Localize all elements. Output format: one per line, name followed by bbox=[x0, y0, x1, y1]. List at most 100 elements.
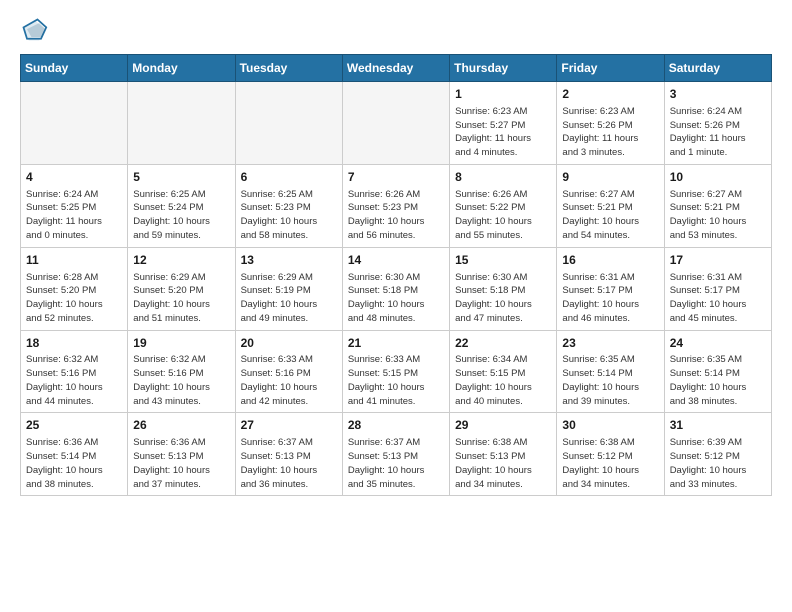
calendar-cell: 2 Sunrise: 6:23 AM Sunset: 5:26 PM Daylig… bbox=[557, 82, 664, 165]
calendar-cell: 20Sunrise: 6:33 AM Sunset: 5:16 PM Dayli… bbox=[235, 330, 342, 413]
calendar-cell: 4Sunrise: 6:24 AM Sunset: 5:25 PM Daylig… bbox=[21, 164, 128, 247]
day-info: Sunrise: 6:23 AM Sunset: 5:27 PM Dayligh… bbox=[455, 105, 551, 160]
weekday-header-saturday: Saturday bbox=[664, 55, 771, 82]
day-info: Sunrise: 6:27 AM Sunset: 5:21 PM Dayligh… bbox=[562, 188, 658, 243]
calendar-cell: 7 Sunrise: 6:26 AM Sunset: 5:23 PM Daylig… bbox=[342, 164, 449, 247]
day-number: 9 bbox=[562, 169, 658, 186]
day-number: 15 bbox=[455, 252, 551, 269]
day-number: 16 bbox=[562, 252, 658, 269]
calendar-week-row: 11Sunrise: 6:28 AM Sunset: 5:20 PM Dayli… bbox=[21, 247, 772, 330]
calendar-cell: 17 Sunrise: 6:31 AM Sunset: 5:17 PM Dayli… bbox=[664, 247, 771, 330]
day-info: Sunrise: 6:36 AM Sunset: 5:13 PM Dayligh… bbox=[133, 436, 229, 491]
day-number: 19 bbox=[133, 335, 229, 352]
day-number: 17 bbox=[670, 252, 766, 269]
day-info: Sunrise: 6:32 AM Sunset: 5:16 PM Dayligh… bbox=[133, 353, 229, 408]
day-info: Sunrise: 6:30 AM Sunset: 5:18 PM Dayligh… bbox=[348, 271, 444, 326]
day-info: Sunrise: 6:24 AM Sunset: 5:26 PM Dayligh… bbox=[670, 105, 766, 160]
calendar-cell: 9 Sunrise: 6:27 AM Sunset: 5:21 PM Daylig… bbox=[557, 164, 664, 247]
day-number: 10 bbox=[670, 169, 766, 186]
calendar-cell bbox=[21, 82, 128, 165]
weekday-header-sunday: Sunday bbox=[21, 55, 128, 82]
day-number: 2 bbox=[562, 86, 658, 103]
day-info: Sunrise: 6:32 AM Sunset: 5:16 PM Dayligh… bbox=[26, 353, 122, 408]
day-info: Sunrise: 6:24 AM Sunset: 5:25 PM Dayligh… bbox=[26, 188, 122, 243]
calendar-cell: 28 Sunrise: 6:37 AM Sunset: 5:13 PM Dayli… bbox=[342, 413, 449, 496]
day-number: 24 bbox=[670, 335, 766, 352]
day-number: 12 bbox=[133, 252, 229, 269]
day-info: Sunrise: 6:34 AM Sunset: 5:15 PM Dayligh… bbox=[455, 353, 551, 408]
calendar-cell: 14 Sunrise: 6:30 AM Sunset: 5:18 PM Dayli… bbox=[342, 247, 449, 330]
day-info: Sunrise: 6:28 AM Sunset: 5:20 PM Dayligh… bbox=[26, 271, 122, 326]
weekday-header-thursday: Thursday bbox=[450, 55, 557, 82]
calendar-cell: 30 Sunrise: 6:38 AM Sunset: 5:12 PM Dayli… bbox=[557, 413, 664, 496]
day-number: 26 bbox=[133, 417, 229, 434]
day-info: Sunrise: 6:23 AM Sunset: 5:26 PM Dayligh… bbox=[562, 105, 658, 160]
calendar-cell: 24Sunrise: 6:35 AM Sunset: 5:14 PM Dayli… bbox=[664, 330, 771, 413]
calendar-cell: 26 Sunrise: 6:36 AM Sunset: 5:13 PM Dayli… bbox=[128, 413, 235, 496]
calendar-cell: 27 Sunrise: 6:37 AM Sunset: 5:13 PM Dayli… bbox=[235, 413, 342, 496]
calendar-cell: 1 Sunrise: 6:23 AM Sunset: 5:27 PM Daylig… bbox=[450, 82, 557, 165]
calendar-week-row: 18Sunrise: 6:32 AM Sunset: 5:16 PM Dayli… bbox=[21, 330, 772, 413]
day-info: Sunrise: 6:35 AM Sunset: 5:14 PM Dayligh… bbox=[562, 353, 658, 408]
calendar-week-row: 4Sunrise: 6:24 AM Sunset: 5:25 PM Daylig… bbox=[21, 164, 772, 247]
day-info: Sunrise: 6:33 AM Sunset: 5:16 PM Dayligh… bbox=[241, 353, 337, 408]
calendar-cell: 18Sunrise: 6:32 AM Sunset: 5:16 PM Dayli… bbox=[21, 330, 128, 413]
day-info: Sunrise: 6:38 AM Sunset: 5:12 PM Dayligh… bbox=[562, 436, 658, 491]
day-number: 30 bbox=[562, 417, 658, 434]
day-number: 5 bbox=[133, 169, 229, 186]
calendar-cell bbox=[342, 82, 449, 165]
day-number: 6 bbox=[241, 169, 337, 186]
day-info: Sunrise: 6:38 AM Sunset: 5:13 PM Dayligh… bbox=[455, 436, 551, 491]
day-number: 8 bbox=[455, 169, 551, 186]
day-info: Sunrise: 6:29 AM Sunset: 5:20 PM Dayligh… bbox=[133, 271, 229, 326]
day-number: 29 bbox=[455, 417, 551, 434]
day-number: 22 bbox=[455, 335, 551, 352]
weekday-header-monday: Monday bbox=[128, 55, 235, 82]
day-info: Sunrise: 6:25 AM Sunset: 5:24 PM Dayligh… bbox=[133, 188, 229, 243]
calendar-cell: 19Sunrise: 6:32 AM Sunset: 5:16 PM Dayli… bbox=[128, 330, 235, 413]
day-info: Sunrise: 6:31 AM Sunset: 5:17 PM Dayligh… bbox=[562, 271, 658, 326]
calendar-cell bbox=[128, 82, 235, 165]
day-number: 14 bbox=[348, 252, 444, 269]
day-info: Sunrise: 6:26 AM Sunset: 5:23 PM Dayligh… bbox=[348, 188, 444, 243]
weekday-header-friday: Friday bbox=[557, 55, 664, 82]
day-info: Sunrise: 6:37 AM Sunset: 5:13 PM Dayligh… bbox=[241, 436, 337, 491]
calendar-cell: 15Sunrise: 6:30 AM Sunset: 5:18 PM Dayli… bbox=[450, 247, 557, 330]
weekday-header-wednesday: Wednesday bbox=[342, 55, 449, 82]
day-info: Sunrise: 6:25 AM Sunset: 5:23 PM Dayligh… bbox=[241, 188, 337, 243]
calendar-cell: 11Sunrise: 6:28 AM Sunset: 5:20 PM Dayli… bbox=[21, 247, 128, 330]
calendar-cell: 8Sunrise: 6:26 AM Sunset: 5:22 PM Daylig… bbox=[450, 164, 557, 247]
calendar-cell bbox=[235, 82, 342, 165]
day-number: 7 bbox=[348, 169, 444, 186]
calendar-cell: 3 Sunrise: 6:24 AM Sunset: 5:26 PM Daylig… bbox=[664, 82, 771, 165]
calendar-cell: 10 Sunrise: 6:27 AM Sunset: 5:21 PM Dayli… bbox=[664, 164, 771, 247]
day-info: Sunrise: 6:29 AM Sunset: 5:19 PM Dayligh… bbox=[241, 271, 337, 326]
calendar-cell: 25 Sunrise: 6:36 AM Sunset: 5:14 PM Dayli… bbox=[21, 413, 128, 496]
day-info: Sunrise: 6:27 AM Sunset: 5:21 PM Dayligh… bbox=[670, 188, 766, 243]
calendar-cell: 23Sunrise: 6:35 AM Sunset: 5:14 PM Dayli… bbox=[557, 330, 664, 413]
day-number: 31 bbox=[670, 417, 766, 434]
calendar-cell: 31 Sunrise: 6:39 AM Sunset: 5:12 PM Dayli… bbox=[664, 413, 771, 496]
day-info: Sunrise: 6:37 AM Sunset: 5:13 PM Dayligh… bbox=[348, 436, 444, 491]
day-number: 28 bbox=[348, 417, 444, 434]
calendar-cell: 21Sunrise: 6:33 AM Sunset: 5:15 PM Dayli… bbox=[342, 330, 449, 413]
calendar-cell: 6 Sunrise: 6:25 AM Sunset: 5:23 PM Daylig… bbox=[235, 164, 342, 247]
day-number: 13 bbox=[241, 252, 337, 269]
day-number: 27 bbox=[241, 417, 337, 434]
day-info: Sunrise: 6:39 AM Sunset: 5:12 PM Dayligh… bbox=[670, 436, 766, 491]
calendar-cell: 22Sunrise: 6:34 AM Sunset: 5:15 PM Dayli… bbox=[450, 330, 557, 413]
day-info: Sunrise: 6:36 AM Sunset: 5:14 PM Dayligh… bbox=[26, 436, 122, 491]
day-number: 18 bbox=[26, 335, 122, 352]
day-number: 20 bbox=[241, 335, 337, 352]
day-number: 21 bbox=[348, 335, 444, 352]
day-info: Sunrise: 6:33 AM Sunset: 5:15 PM Dayligh… bbox=[348, 353, 444, 408]
day-number: 3 bbox=[670, 86, 766, 103]
header bbox=[20, 16, 772, 44]
calendar-week-row: 25 Sunrise: 6:36 AM Sunset: 5:14 PM Dayli… bbox=[21, 413, 772, 496]
logo-icon bbox=[20, 16, 48, 44]
calendar-table: SundayMondayTuesdayWednesdayThursdayFrid… bbox=[20, 54, 772, 496]
day-info: Sunrise: 6:31 AM Sunset: 5:17 PM Dayligh… bbox=[670, 271, 766, 326]
logo bbox=[20, 16, 52, 44]
day-number: 25 bbox=[26, 417, 122, 434]
day-number: 1 bbox=[455, 86, 551, 103]
